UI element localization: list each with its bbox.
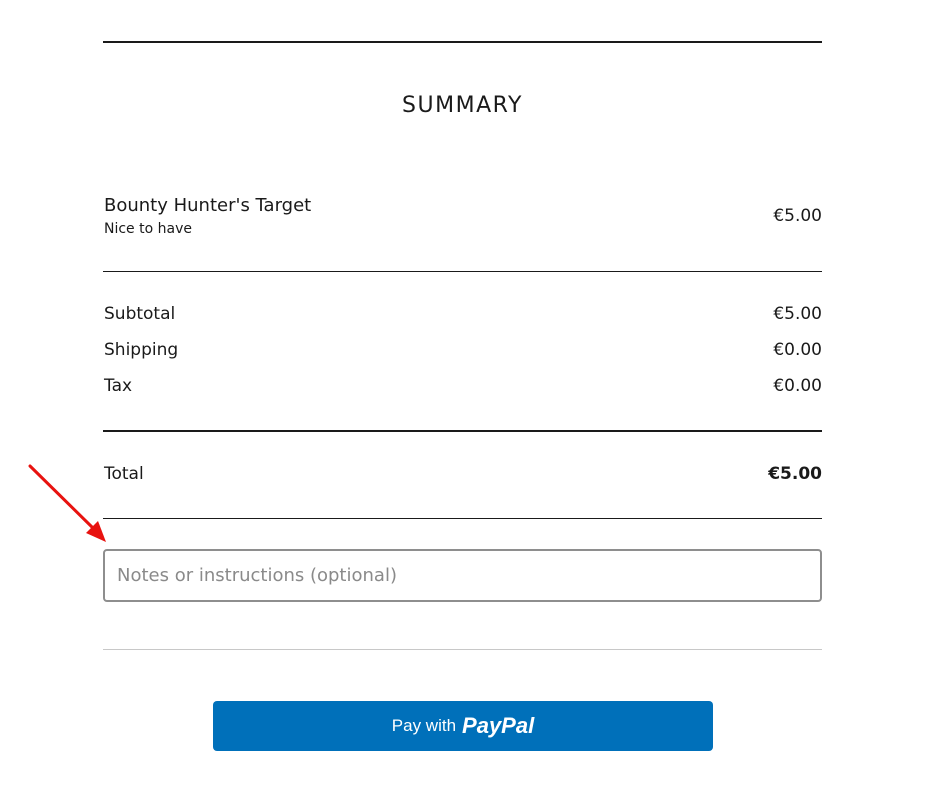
notes-field[interactable]: [103, 549, 822, 602]
subtotal-value: €5.00: [773, 304, 822, 324]
total-divider: [103, 518, 822, 519]
item-price: €5.00: [773, 206, 822, 226]
item-subtitle: Nice to have: [104, 221, 192, 237]
top-divider: [103, 41, 822, 43]
item-divider: [103, 271, 822, 272]
paypal-logo: PayPal: [462, 713, 535, 738]
pay-with-paypal-button[interactable]: Pay with PayPal: [213, 701, 713, 751]
totals-divider: [103, 430, 822, 432]
summary-title: SUMMARY: [402, 93, 523, 118]
tax-value: €0.00: [773, 376, 822, 396]
red-arrow-icon: [28, 464, 106, 542]
subtotal-label: Subtotal: [104, 304, 176, 324]
total-value: €5.00: [768, 464, 822, 484]
shipping-label: Shipping: [104, 340, 179, 360]
notes-divider: [103, 649, 822, 650]
item-name: Bounty Hunter's Target: [104, 195, 312, 216]
notes-input[interactable]: [105, 551, 820, 600]
tax-label: Tax: [104, 376, 133, 396]
shipping-value: €0.00: [773, 340, 822, 360]
paypal-prefix: Pay with: [391, 716, 457, 735]
